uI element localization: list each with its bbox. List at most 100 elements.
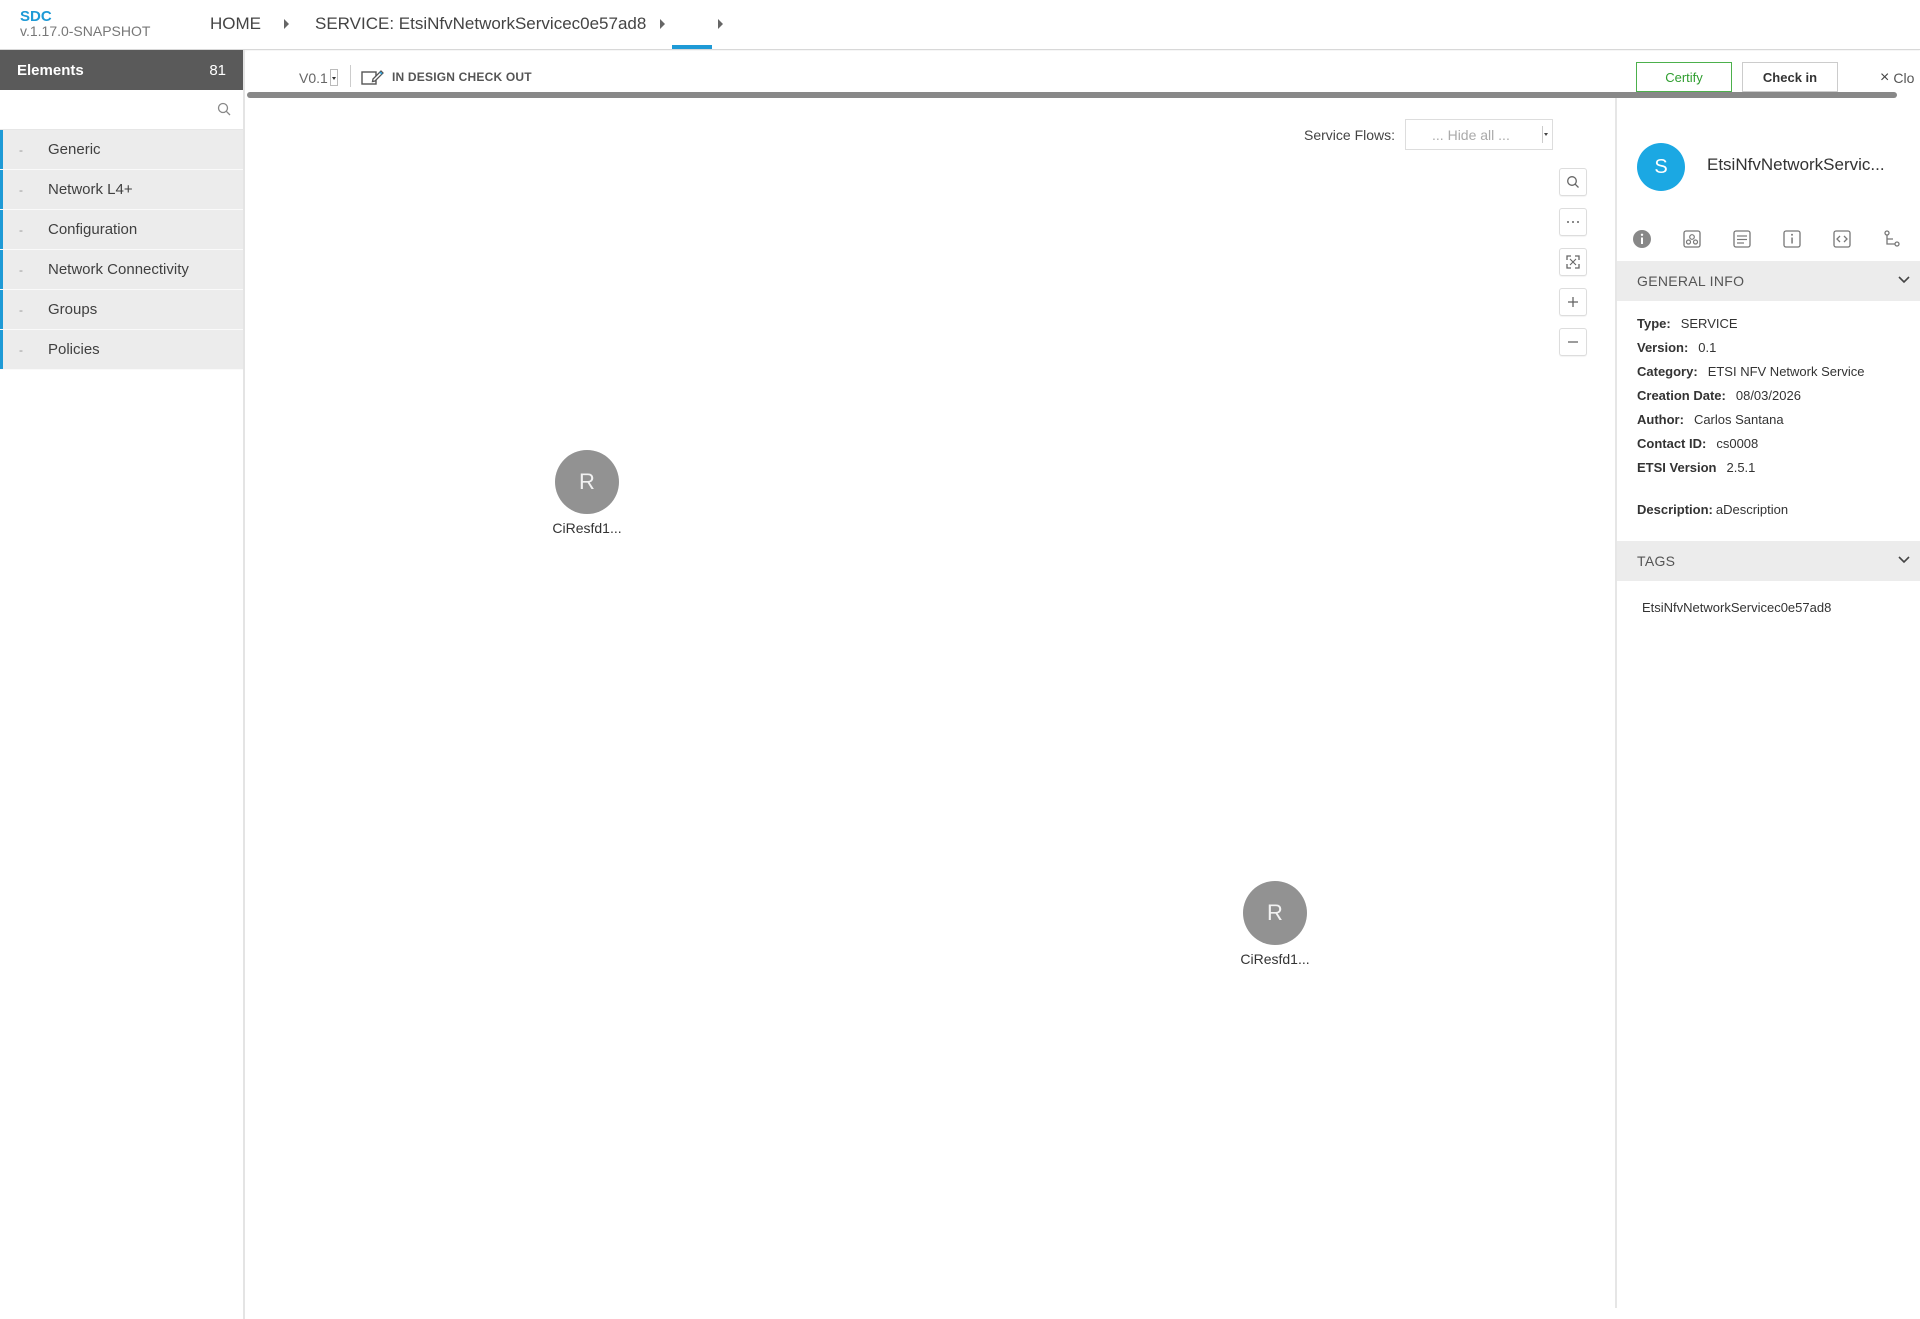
elements-title: Elements [17, 61, 84, 79]
general-info-section-header[interactable]: GENERAL INFO [1617, 261, 1920, 301]
palette-group-label: Policies [48, 341, 100, 358]
palette-group-network-l4[interactable]: - Network L4+ [0, 170, 243, 210]
info-label: Creation Date: [1637, 388, 1726, 403]
breadcrumb-home[interactable]: HOME [210, 14, 261, 34]
app-name: SDC [20, 8, 52, 25]
breadcrumb-arrow-icon[interactable] [718, 19, 723, 29]
info-value: 08/03/2026 [1735, 388, 1801, 403]
info-row-etsi-version: ETSI Version 2.5.1 [1637, 456, 1864, 480]
palette-group-configuration[interactable]: - Configuration [0, 210, 243, 250]
chevron-down-icon [1542, 126, 1549, 143]
version-select[interactable]: V0.1 [299, 69, 338, 86]
info-label: Version: [1637, 340, 1689, 355]
palette-group-groups[interactable]: - Groups [0, 290, 243, 330]
tab-deployment-artifacts[interactable] [1667, 222, 1717, 256]
hierarchy-icon [1884, 230, 1900, 247]
info-row-contact-id: Contact ID: cs0008 [1637, 432, 1864, 456]
node-name: CiResfd1... [552, 520, 622, 536]
fit-screen-icon [1566, 255, 1580, 269]
palette-group-label: Generic [48, 141, 101, 158]
chevron-down-icon [1898, 556, 1910, 564]
info-label: Category: [1637, 364, 1698, 379]
canvas-toolbar: V0.1 IN DESIGN CHECK OUT Certify Check i… [247, 51, 1920, 93]
palette-group-label: Configuration [48, 221, 138, 238]
edit-checkout-icon [361, 70, 384, 85]
palette-group-network-connectivity[interactable]: - Network Connectivity [0, 250, 243, 290]
group-accent [0, 330, 3, 369]
info-row-category: Category: ETSI NFV Network Service [1637, 360, 1864, 384]
close-icon: × [1880, 69, 1890, 86]
tab-general-info[interactable] [1617, 222, 1667, 256]
info-label: Description: [1637, 502, 1713, 517]
tab-properties[interactable] [1717, 222, 1767, 256]
node-icon: R [555, 450, 619, 514]
info-row-author: Author: Carlos Santana [1637, 408, 1864, 432]
breadcrumb-service[interactable]: SERVICE: EtsiNfvNetworkServicec0e57ad8 [315, 14, 646, 34]
details-tabs [1617, 222, 1920, 256]
minus-icon [1568, 341, 1578, 343]
canvas-node[interactable]: R CiResfd1... [542, 450, 632, 536]
info-filled-icon [1633, 230, 1651, 248]
info-label: Contact ID: [1637, 436, 1707, 451]
info-value: SERVICE [1680, 316, 1738, 331]
info-value: 2.5.1 [1726, 460, 1756, 475]
more-options-button[interactable] [1559, 208, 1587, 236]
service-flows: Service Flows: ... Hide all ... [1304, 119, 1554, 150]
canvas-node[interactable]: R CiResfd1... [1230, 881, 1320, 967]
group-accent [0, 210, 3, 249]
collapse-dash-icon: - [19, 302, 23, 317]
close-label: Clo [1893, 70, 1915, 86]
palette-search-input[interactable] [2, 92, 240, 128]
info-outline-icon [1783, 230, 1801, 248]
list-icon [1733, 230, 1751, 248]
zoom-in-button[interactable] [1559, 288, 1587, 316]
breadcrumb-arrow-icon[interactable] [660, 19, 665, 29]
zoom-out-button[interactable] [1559, 328, 1587, 356]
app-version: v.1.17.0-SNAPSHOT [20, 23, 151, 39]
ellipsis-icon [1567, 221, 1579, 223]
info-label: ETSI Version [1637, 460, 1717, 475]
info-row-creation-date: Creation Date: 08/03/2026 [1637, 384, 1864, 408]
search-icon[interactable] [217, 102, 231, 116]
close-button[interactable]: × Clo [1880, 69, 1914, 87]
service-flows-select[interactable]: ... Hide all ... [1405, 119, 1554, 150]
general-info-title: GENERAL INFO [1637, 273, 1745, 289]
breadcrumb-arrow-icon[interactable] [284, 19, 289, 29]
node-icon: R [1243, 881, 1307, 945]
tab-api[interactable] [1817, 222, 1867, 256]
palette-group-label: Network Connectivity [48, 261, 189, 278]
service-flows-value: ... Hide all ... [1432, 126, 1510, 143]
collapse-dash-icon: - [19, 342, 23, 357]
palette-group-policies[interactable]: - Policies [0, 330, 243, 370]
details-title: EtsiNfvNetworkServic... [1707, 155, 1885, 174]
elements-header: Elements 81 [0, 50, 243, 90]
info-row-type: Type: SERVICE [1637, 312, 1864, 336]
info-label: Type: [1637, 316, 1671, 331]
details-panel: S EtsiNfvNetworkServic... GENERAL INFO T… [1615, 98, 1920, 1308]
breadcrumb-active-indicator [672, 45, 712, 49]
palette-group-generic[interactable]: - Generic [0, 130, 243, 170]
search-icon [1567, 176, 1579, 188]
service-avatar: S [1637, 143, 1685, 191]
chevron-down-icon [329, 69, 338, 86]
artifacts-icon [1683, 230, 1701, 248]
group-accent [0, 170, 3, 209]
elements-palette: Elements 81 - Generic - Network L4+ - Co… [0, 50, 245, 1319]
fit-to-screen-button[interactable] [1559, 248, 1587, 276]
certify-button[interactable]: Certify [1636, 62, 1732, 92]
elements-count: 81 [209, 61, 226, 79]
canvas-search-button[interactable] [1559, 168, 1587, 196]
top-header: SDC v.1.17.0-SNAPSHOT HOME SERVICE: Etsi… [0, 0, 1920, 50]
palette-search [0, 90, 243, 130]
group-accent [0, 250, 3, 289]
composition-canvas[interactable]: Service Flows: ... Hide all ... R CiResf… [247, 98, 1864, 1308]
plus-icon [1568, 297, 1578, 307]
app-logo[interactable]: SDC v.1.17.0-SNAPSHOT [20, 9, 150, 39]
collapse-dash-icon: - [19, 222, 23, 237]
tab-composition[interactable] [1867, 222, 1917, 256]
tags-section-header[interactable]: TAGS [1617, 541, 1920, 581]
check-in-button[interactable]: Check in [1742, 62, 1838, 92]
tab-information[interactable] [1767, 222, 1817, 256]
details-header: S EtsiNfvNetworkServic... [1617, 98, 1920, 193]
info-value: 0.1 [1698, 340, 1717, 355]
